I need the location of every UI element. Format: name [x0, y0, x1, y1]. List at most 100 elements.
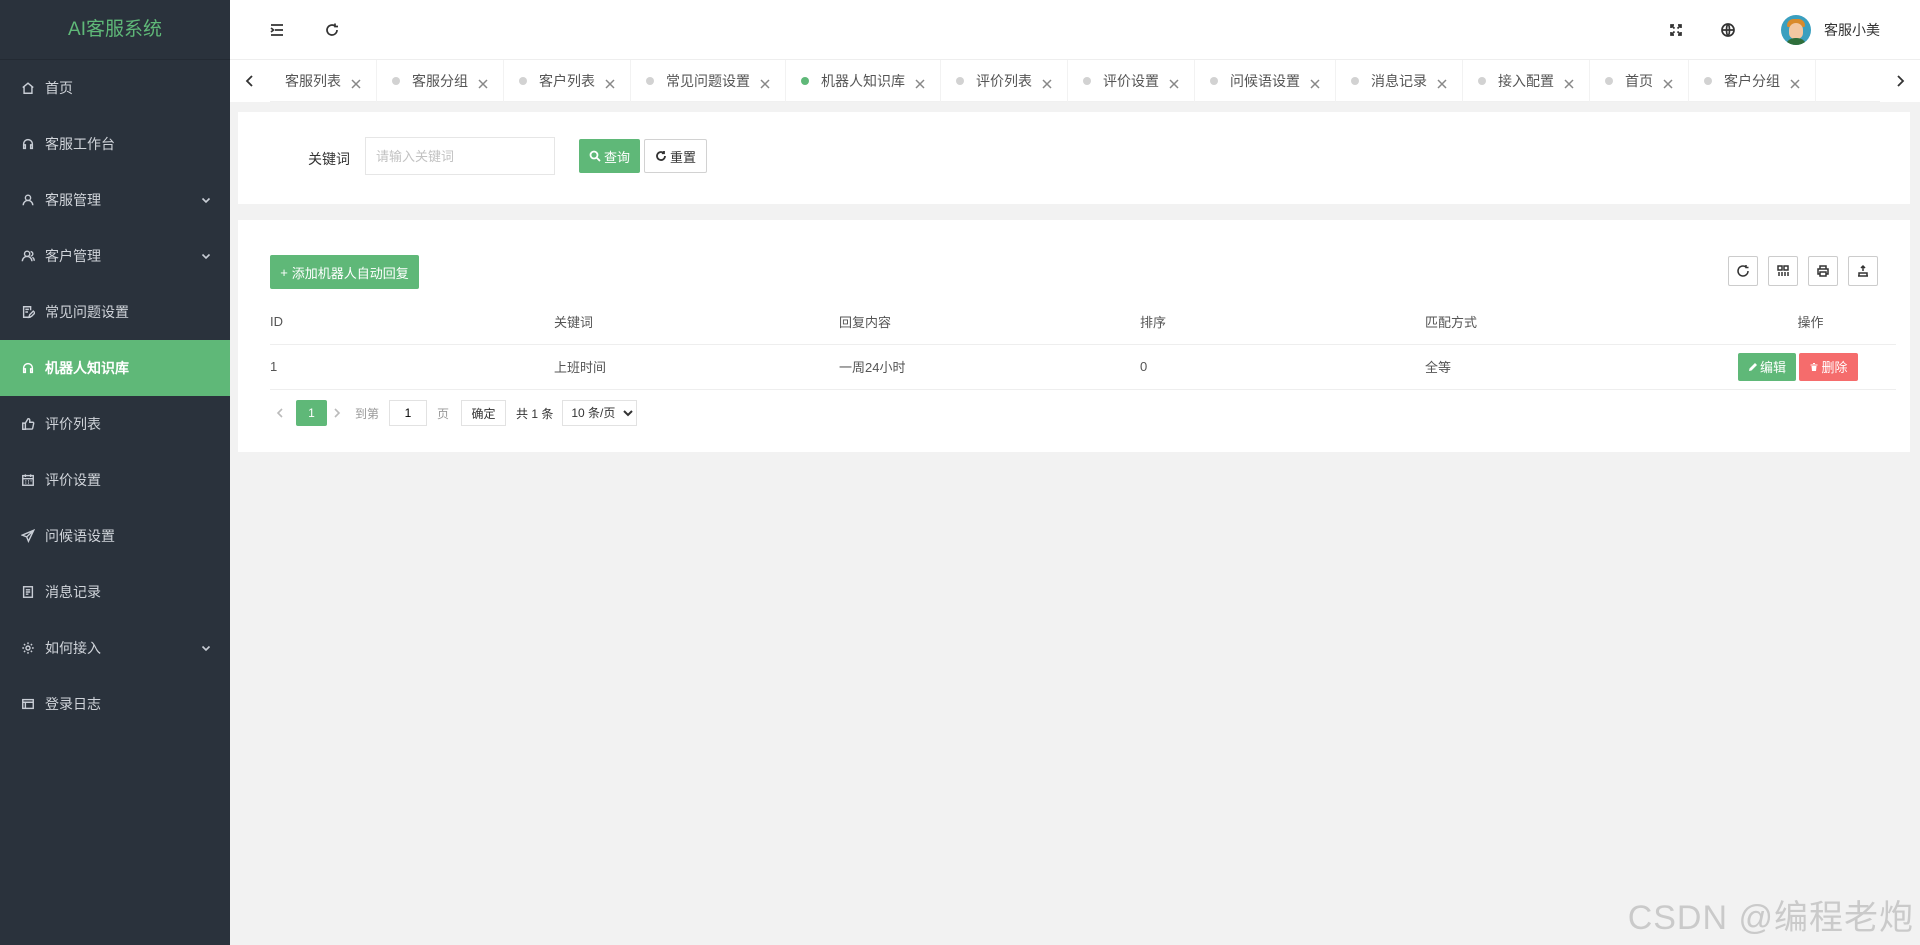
sidebar-item-home[interactable]: 首页 — [0, 60, 230, 116]
cell-actions: 编辑 删除 — [1725, 344, 1896, 390]
cell-sort: 0 — [1140, 344, 1425, 390]
page-size-select[interactable]: 10 条/页 — [562, 400, 638, 426]
next-page-button[interactable] — [327, 400, 347, 426]
close-icon[interactable] — [605, 76, 615, 89]
tabs-scroll-left-button[interactable] — [230, 60, 270, 102]
chevron-down-icon — [200, 249, 212, 261]
close-icon[interactable] — [1663, 76, 1673, 89]
goto-prefix: 到第 — [355, 406, 380, 421]
calendar-icon — [20, 472, 36, 488]
sidebar-item-label: 问候语设置 — [45, 528, 115, 544]
tab-integration-config[interactable]: 接入配置 — [1463, 60, 1590, 102]
close-icon[interactable] — [1169, 76, 1179, 89]
cell-match: 全等 — [1425, 344, 1725, 390]
sidebar-item-login-log[interactable]: 登录日志 — [0, 676, 230, 732]
column-header-match[interactable]: 匹配方式 — [1425, 300, 1725, 345]
user-menu[interactable]: 客服小美 — [1781, 14, 1880, 46]
tab-agent-list[interactable]: 客服列表 — [270, 60, 377, 102]
tab-agent-group[interactable]: 客服分组 — [377, 60, 504, 102]
current-page-button[interactable]: 1 — [296, 400, 327, 426]
globe-icon — [1721, 23, 1735, 37]
column-header-id[interactable]: ID — [270, 300, 554, 345]
close-icon[interactable] — [760, 76, 770, 89]
tab-robot-knowledge[interactable]: 机器人知识库 — [786, 60, 941, 102]
tab-home[interactable]: 首页 — [1590, 60, 1689, 102]
cell-id: 1 — [270, 344, 554, 390]
language-button[interactable] — [1716, 18, 1740, 42]
query-button-label: 查询 — [603, 149, 630, 165]
tab-dot — [646, 77, 654, 85]
column-header-reply[interactable]: 回复内容 — [839, 300, 1140, 345]
table-print-button[interactable] — [1808, 256, 1838, 286]
close-icon[interactable] — [1042, 76, 1052, 89]
tab-label: 评价设置 — [1103, 73, 1159, 89]
reset-button[interactable]: 重置 — [644, 139, 707, 173]
username: 客服小美 — [1824, 22, 1880, 38]
tab-label: 客户列表 — [539, 73, 595, 89]
sidebar-item-label: 客服管理 — [45, 192, 101, 208]
sidebar-item-robot-knowledge[interactable]: 机器人知识库 — [0, 340, 230, 396]
edit-button[interactable]: 编辑 — [1738, 352, 1796, 381]
goto-confirm-button[interactable]: 确定 — [461, 400, 507, 426]
tab-label: 问候语设置 — [1230, 73, 1300, 89]
tab-greeting-settings[interactable]: 问候语设置 — [1195, 60, 1336, 102]
close-icon[interactable] — [1310, 76, 1320, 89]
pagination: 1 到第 页 确定 共 1 条 10 条/页 — [270, 400, 638, 426]
refresh-icon — [326, 23, 338, 36]
query-button[interactable]: 查询 — [579, 139, 640, 173]
fullscreen-button[interactable] — [1664, 18, 1688, 42]
sidebar-item-workbench[interactable]: 客服工作台 — [0, 116, 230, 172]
tabs-scroll-right-button[interactable] — [1880, 60, 1920, 102]
column-header-keyword[interactable]: 关键词 — [554, 300, 839, 345]
sidebar-item-integration[interactable]: 如何接入 — [0, 620, 230, 676]
tab-customer-list[interactable]: 客户列表 — [504, 60, 631, 102]
delete-button[interactable]: 删除 — [1799, 352, 1858, 381]
refresh-page-button[interactable] — [320, 18, 344, 42]
refresh-icon — [1737, 265, 1749, 277]
tab-customer-group[interactable]: 客户分组 — [1689, 60, 1816, 102]
close-icon[interactable] — [478, 76, 488, 89]
print-icon — [1817, 265, 1829, 277]
table-export-button[interactable] — [1848, 256, 1878, 286]
close-icon[interactable] — [1790, 76, 1800, 89]
sidebar-item-faq-settings[interactable]: 常见问题设置 — [0, 284, 230, 340]
tab-review-settings[interactable]: 评价设置 — [1068, 60, 1195, 102]
sidebar-item-review-settings[interactable]: 评价设置 — [0, 452, 230, 508]
table-refresh-button[interactable] — [1728, 256, 1758, 286]
cell-keyword: 上班时间 — [554, 344, 839, 390]
tab-review-list[interactable]: 评价列表 — [941, 60, 1068, 102]
close-icon[interactable] — [1564, 76, 1574, 89]
goto-page-input[interactable] — [389, 400, 428, 426]
sidebar-item-agent-management[interactable]: 客服管理 — [0, 172, 230, 228]
table-columns-button[interactable] — [1768, 256, 1798, 286]
tab-dot — [1704, 77, 1712, 85]
sidebar-item-customer-management[interactable]: 客户管理 — [0, 228, 230, 284]
add-robot-reply-button[interactable]: + 添加机器人自动回复 — [270, 255, 419, 289]
chevron-down-icon — [200, 641, 212, 653]
tab-label: 消息记录 — [1371, 73, 1427, 89]
plus-icon: + — [280, 264, 288, 280]
edit-button-label: 编辑 — [1759, 360, 1786, 375]
gear-icon — [20, 640, 36, 656]
sidebar-item-review-list[interactable]: 评价列表 — [0, 396, 230, 452]
tab-dot — [1210, 77, 1218, 85]
close-icon[interactable] — [1437, 76, 1447, 89]
collapse-menu-button[interactable] — [265, 18, 289, 42]
fullscreen-icon — [1670, 24, 1682, 36]
tab-list: 客服列表 客服分组 客户列表 常见问题设置 机器人知识库 评价列表 评价设置 问… — [270, 60, 1880, 102]
sidebar-item-message-log[interactable]: 消息记录 — [0, 564, 230, 620]
page-tabs-bar: 客服列表 客服分组 客户列表 常见问题设置 机器人知识库 评价列表 评价设置 问… — [230, 60, 1920, 102]
close-icon[interactable] — [351, 76, 361, 89]
chevron-down-icon — [200, 193, 212, 205]
close-icon[interactable] — [915, 76, 925, 89]
sidebar-item-greeting-settings[interactable]: 问候语设置 — [0, 508, 230, 564]
tab-message-log[interactable]: 消息记录 — [1336, 60, 1463, 102]
prev-page-button[interactable] — [270, 400, 290, 426]
thumbs-up-icon — [20, 416, 36, 432]
keyword-search-input[interactable] — [365, 137, 555, 175]
column-header-sort[interactable]: 排序 — [1140, 300, 1425, 345]
keyword-label: 关键词 — [308, 151, 350, 167]
table-toolbar — [1728, 256, 1878, 286]
tab-faq-settings[interactable]: 常见问题设置 — [631, 60, 786, 102]
export-icon — [1858, 264, 1868, 277]
